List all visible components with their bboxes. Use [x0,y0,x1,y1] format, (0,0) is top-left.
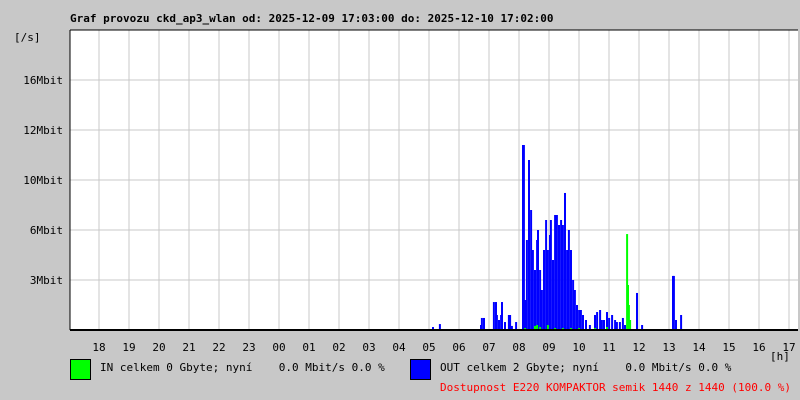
out-bar [545,220,548,330]
x-tick-label: 00 [272,341,285,354]
out-bar [498,320,500,330]
out-bar [495,315,498,330]
out-bar [537,230,539,330]
x-tick-label: 17 [782,341,795,354]
x-tick-label: 18 [92,341,105,354]
out-bar [492,302,495,330]
x-tick-label: 19 [122,341,135,354]
out-bar [546,250,549,330]
out-bar [615,322,618,330]
x-tick-label: 05 [422,341,435,354]
out-legend-swatch [410,359,431,380]
out-bar [672,275,675,330]
out-bar [504,322,506,330]
out-bar [539,270,542,330]
availability-text: Dostupnost E220 KOMPAKTOR semik 1440 z 1… [440,381,791,394]
x-tick-label: 22 [212,341,225,354]
x-tick-label: 11 [602,341,615,354]
x-tick-label: 07 [482,341,495,354]
y-tick-label: 16Mbit [23,74,63,87]
x-tick-label: 14 [692,341,706,354]
out-bar [618,322,621,330]
out-bar [585,320,587,330]
out-bar [567,230,570,330]
out-bar [564,192,566,330]
x-tick-label: 16 [752,341,765,354]
out-bar [524,300,527,330]
x-tick-label: 02 [332,341,345,354]
traffic-chart: 18 19 20 21 22 23 00 01 02 03 04 05 06 07 08 09 10 11 12 13… [23,29,798,354]
x-tick-label: 04 [392,341,406,354]
out-bar [555,215,558,330]
out-bar [528,160,530,330]
x-tick-label: 21 [182,341,195,354]
out-bar [509,315,512,330]
x-tick-label: 20 [152,341,165,354]
out-bar [515,322,518,330]
out-bar [543,250,545,330]
x-tick-label: 15 [722,341,735,354]
out-bar [549,220,552,330]
x-tick-label: 01 [302,341,315,354]
out-bar [480,317,483,330]
out-bar [566,250,569,330]
out-bar [552,260,554,330]
out-bar [540,290,543,330]
out-bar [554,215,557,330]
x-tick-label: 03 [362,341,375,354]
out-bar [636,292,638,330]
out-bar [530,210,533,330]
out-bar [501,302,503,330]
out-bar [576,305,578,330]
x-tick-label: 13 [662,341,675,354]
out-legend-text: OUT celkem 2 Gbyte; nyní 0.0 Mbit/s 0.0 … [440,361,732,374]
y-tick-label: 3Mbit [30,274,63,287]
out-bar [579,310,582,330]
x-tick-label: 06 [452,341,465,354]
out-bar [525,240,528,330]
out-bar [572,280,575,330]
out-bar [611,315,614,330]
out-bar [600,320,603,330]
in-bar [629,320,632,330]
out-bar [608,317,611,330]
out-bar [594,315,596,330]
out-bar [596,312,599,330]
out-bar [603,320,605,330]
out-bar [531,250,534,330]
out-bar [675,320,677,330]
y-tick-label: 6Mbit [30,224,63,237]
out-bar [483,317,485,330]
out-bar [578,310,581,330]
out-bar [680,315,683,330]
in-legend-text: IN celkem 0 Gbyte; nyní 0.0 Mbit/s 0.0 % [100,361,385,374]
x-tick-label: 09 [542,341,555,354]
out-bar [558,225,560,330]
out-bar [582,315,584,330]
x-tick-label: 12 [632,341,645,354]
out-bar [599,310,602,330]
in-legend-swatch [70,359,91,380]
out-bar [560,220,563,330]
y-tick-label: 12Mbit [23,124,63,137]
out-bar [561,225,564,330]
x-tick-label: 10 [572,341,585,354]
y-tick-label: 10Mbit [23,174,63,187]
out-bar [534,270,536,330]
out-bar [621,317,624,330]
x-tick-label: 23 [242,341,255,354]
out-bar [570,250,572,330]
out-bar [614,320,617,330]
out-bar [573,290,576,330]
x-tick-label: 08 [512,341,525,354]
